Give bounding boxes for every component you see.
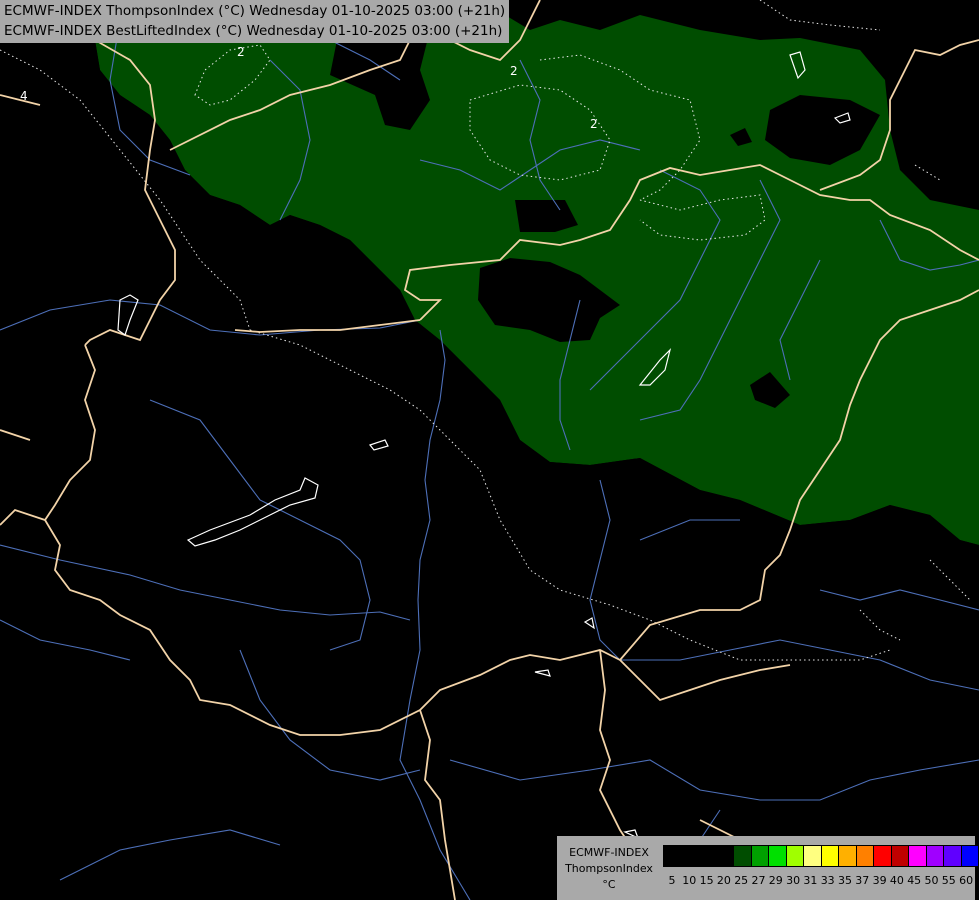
legend-tick-label: 10 <box>682 874 697 887</box>
legend-swatch <box>680 845 699 867</box>
legend-tick-label: 55 <box>941 874 956 887</box>
legend-ticks: 5 10 15 20 25 27 29 30 31 33 35 37 39 40 45 50 55 60 <box>663 874 975 888</box>
legend-swatch <box>663 845 682 867</box>
legend-tick-label: 45 <box>907 874 922 887</box>
legend-swatch <box>960 845 979 867</box>
contour-label: 4 <box>20 89 28 103</box>
legend-tick-label: 40 <box>889 874 904 887</box>
legend-tick-label: 20 <box>716 874 731 887</box>
color-legend: ECMWF-INDEX ThompsonIndex °C 5 10 15 20 25 27… <box>557 836 979 900</box>
legend-tick-label: 15 <box>699 874 714 887</box>
legend-unit: °C <box>602 878 616 891</box>
legend-tick-label: 5 <box>668 874 676 887</box>
legend-swatch <box>785 845 804 867</box>
legend-swatch <box>943 845 962 867</box>
contour-label: 2 <box>510 64 518 78</box>
legend-swatch <box>890 845 909 867</box>
weather-map: 2 2 2 4 <box>0 0 979 900</box>
legend-swatch <box>925 845 944 867</box>
legend-swatch <box>803 845 822 867</box>
legend-swatch <box>838 845 857 867</box>
legend-swatch <box>750 845 769 867</box>
legend-swatch <box>733 845 752 867</box>
map-title: ECMWF-INDEX ThompsonIndex (°C) Wednesday… <box>0 0 510 43</box>
legend-swatch <box>768 845 787 867</box>
legend-swatches <box>663 845 979 867</box>
title-line-lifted: ECMWF-INDEX BestLiftedIndex (°C) Wednesd… <box>4 23 503 39</box>
legend-tick-label: 60 <box>959 874 974 887</box>
legend-swatch <box>855 845 874 867</box>
legend-swatch <box>908 845 927 867</box>
legend-tick-label: 33 <box>820 874 835 887</box>
legend-swatch <box>715 845 734 867</box>
title-line-thompson: ECMWF-INDEX ThompsonIndex (°C) Wednesday… <box>4 3 506 19</box>
legend-tick-label: 30 <box>786 874 801 887</box>
contour-label: 2 <box>237 45 245 59</box>
legend-tick-label: 31 <box>803 874 818 887</box>
contour-label: 2 <box>590 117 598 131</box>
legend-source: ECMWF-INDEX <box>569 846 649 859</box>
legend-tick-label: 25 <box>734 874 749 887</box>
legend-tick-label: 39 <box>872 874 887 887</box>
legend-swatch <box>698 845 717 867</box>
legend-parameter: ThompsonIndex <box>565 862 653 875</box>
legend-tick-label: 29 <box>768 874 783 887</box>
legend-tick-label: 37 <box>855 874 870 887</box>
legend-tick-label: 50 <box>924 874 939 887</box>
legend-swatch <box>820 845 839 867</box>
legend-swatch <box>873 845 892 867</box>
legend-tick-label: 27 <box>751 874 766 887</box>
legend-tick-label: 35 <box>838 874 852 887</box>
